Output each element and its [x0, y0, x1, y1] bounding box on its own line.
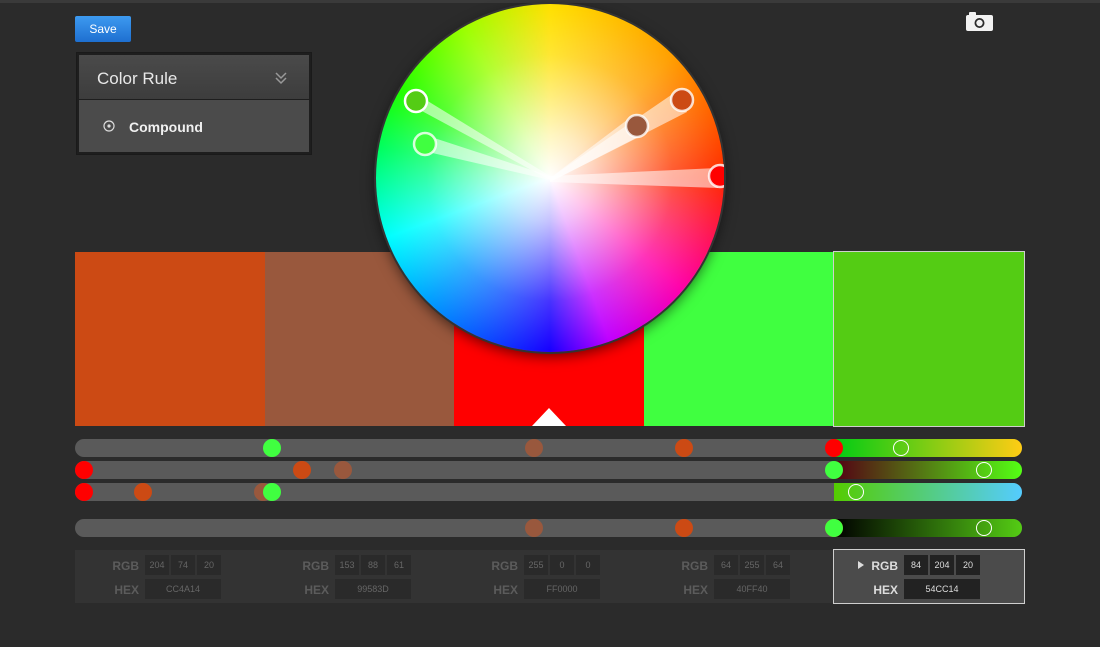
swatch-5[interactable]: [833, 251, 1025, 427]
swatch-1[interactable]: [75, 252, 265, 426]
rgb-label: RGB: [112, 559, 139, 573]
slider-handle[interactable]: [847, 484, 864, 500]
slider-red-gradient: [834, 439, 1022, 457]
slider-marker[interactable]: [263, 483, 282, 501]
wheel-handle-swatch-1[interactable]: [669, 87, 695, 113]
color-info-row: RGB 204 74 20 HEX CC4A14 RGB 153 88 61 H…: [75, 549, 1025, 604]
rgb-label: RGB: [302, 559, 329, 573]
rgb-r-field[interactable]: 84: [904, 555, 928, 575]
slider-marker[interactable]: [525, 439, 543, 457]
rgb-g-field[interactable]: 255: [740, 555, 764, 575]
slider-marker[interactable]: [75, 461, 93, 479]
slider-marker[interactable]: [333, 461, 352, 479]
slider-red[interactable]: [75, 439, 1022, 457]
hex-label: HEX: [114, 583, 139, 597]
slider-marker[interactable]: [75, 483, 93, 501]
color-rule-header[interactable]: Color Rule: [79, 55, 309, 99]
hex-label: HEX: [683, 583, 708, 597]
slider-brightness[interactable]: [75, 519, 1022, 537]
hex-field[interactable]: 40FF40: [714, 579, 790, 599]
wheel-handle-swatch-5[interactable]: [403, 88, 429, 114]
rgb-r-field[interactable]: 64: [714, 555, 738, 575]
double-chevron-down-icon[interactable]: [274, 71, 288, 85]
slider-marker[interactable]: [825, 439, 843, 457]
rgb-r-field[interactable]: 153: [335, 555, 359, 575]
slider-marker[interactable]: [263, 439, 282, 457]
hex-field[interactable]: CC4A14: [145, 579, 221, 599]
color-rule-title: Color Rule: [97, 69, 178, 88]
slider-marker[interactable]: [133, 483, 152, 501]
wheel-handle-swatch-3[interactable]: [707, 163, 724, 189]
slider-marker[interactable]: [675, 519, 693, 537]
save-button[interactable]: Save: [75, 16, 131, 42]
rgb-g-field[interactable]: 88: [361, 555, 385, 575]
slider-handle[interactable]: [892, 440, 909, 456]
camera-icon[interactable]: [966, 12, 993, 31]
radio-icon[interactable]: [103, 120, 115, 132]
color-info-5[interactable]: RGB 84 204 20 HEX 54CC14: [833, 549, 1025, 604]
slider-blue[interactable]: [75, 483, 1022, 501]
slider-marker[interactable]: [525, 519, 543, 537]
wheel-handle-swatch-2[interactable]: [624, 113, 650, 139]
hex-field[interactable]: 99583D: [335, 579, 411, 599]
slider-marker[interactable]: [675, 439, 693, 457]
rgb-b-field[interactable]: 0: [576, 555, 600, 575]
color-rule-option-label: Compound: [129, 119, 203, 135]
rgb-r-field[interactable]: 255: [524, 555, 548, 575]
slider-marker[interactable]: [292, 461, 311, 479]
rgb-label: RGB: [871, 559, 898, 573]
color-rule-panel: Color Rule Compound: [77, 53, 311, 154]
slider-brightness-gradient: [834, 519, 1022, 537]
hex-label: HEX: [873, 583, 898, 597]
rgb-label: RGB: [491, 559, 518, 573]
slider-green-gradient: [834, 461, 1022, 479]
rgb-b-field[interactable]: 20: [956, 555, 980, 575]
triangle-up-icon: [532, 408, 566, 426]
slider-green[interactable]: [75, 461, 1022, 479]
rgb-label: RGB: [681, 559, 708, 573]
hex-label: HEX: [304, 583, 329, 597]
top-border: [0, 0, 1100, 3]
color-wheel-markers: [403, 87, 724, 189]
rgb-b-field[interactable]: 20: [197, 555, 221, 575]
rgb-g-field[interactable]: 204: [930, 555, 954, 575]
slider-marker[interactable]: [825, 519, 843, 537]
color-info-3[interactable]: RGB 255 0 0 HEX FF0000: [454, 550, 644, 603]
slider-marker[interactable]: [825, 461, 843, 479]
hex-label: HEX: [493, 583, 518, 597]
color-info-1[interactable]: RGB 204 74 20 HEX CC4A14: [75, 550, 265, 603]
rgb-b-field[interactable]: 61: [387, 555, 411, 575]
rgb-r-field[interactable]: 204: [145, 555, 169, 575]
color-rule-option-compound[interactable]: Compound: [79, 100, 309, 152]
rgb-g-field[interactable]: 74: [171, 555, 195, 575]
rgb-b-field[interactable]: 64: [766, 555, 790, 575]
rgb-g-field[interactable]: 0: [550, 555, 574, 575]
color-info-4[interactable]: RGB 64 255 64 HEX 40FF40: [644, 550, 834, 603]
wheel-handle-swatch-4[interactable]: [412, 131, 438, 157]
hex-field[interactable]: 54CC14: [904, 579, 980, 599]
color-info-2[interactable]: RGB 153 88 61 HEX 99583D: [265, 550, 455, 603]
color-wheel[interactable]: [376, 4, 724, 352]
hex-field[interactable]: FF0000: [524, 579, 600, 599]
